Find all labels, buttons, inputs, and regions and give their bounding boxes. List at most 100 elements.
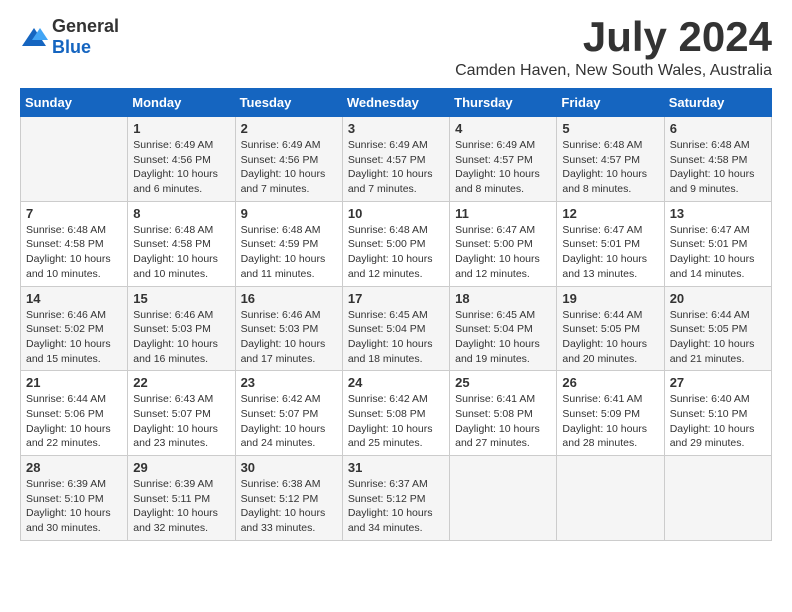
week-row-4: 28 Sunrise: 6:39 AM Sunset: 5:10 PM Dayli… [21, 456, 772, 541]
week-row-0: 1 Sunrise: 6:49 AM Sunset: 4:56 PM Daylig… [21, 117, 772, 202]
day-info: Sunrise: 6:44 AM Sunset: 5:05 PM Dayligh… [562, 308, 658, 367]
day-info: Sunrise: 6:48 AM Sunset: 4:57 PM Dayligh… [562, 138, 658, 197]
day-number: 27 [670, 375, 766, 390]
calendar-cell: 12 Sunrise: 6:47 AM Sunset: 5:01 PM Dayli… [557, 201, 664, 286]
day-number: 8 [133, 206, 229, 221]
calendar-cell: 6Sunrise: 6:48 AM Sunset: 4:58 PM Daylig… [664, 117, 771, 202]
day-number: 30 [241, 460, 337, 475]
day-number: 1 [133, 121, 229, 136]
weekday-header-sunday: Sunday [21, 89, 128, 117]
day-info: Sunrise: 6:49 AM Sunset: 4:57 PM Dayligh… [455, 138, 551, 197]
calendar-cell: 21 Sunrise: 6:44 AM Sunset: 5:06 PM Dayli… [21, 371, 128, 456]
day-number: 20 [670, 291, 766, 306]
calendar-table: SundayMondayTuesdayWednesdayThursdayFrid… [20, 88, 772, 541]
location-title: Camden Haven, New South Wales, Australia [455, 62, 772, 80]
day-info: Sunrise: 6:43 AM Sunset: 5:07 PM Dayligh… [133, 392, 229, 451]
calendar-cell: 29Sunrise: 6:39 AM Sunset: 5:11 PM Dayli… [128, 456, 235, 541]
day-info: Sunrise: 6:39 AM Sunset: 5:11 PM Dayligh… [133, 477, 229, 536]
calendar-cell: 4 Sunrise: 6:49 AM Sunset: 4:57 PM Daylig… [450, 117, 557, 202]
calendar-cell: 1 Sunrise: 6:49 AM Sunset: 4:56 PM Daylig… [128, 117, 235, 202]
day-number: 28 [26, 460, 122, 475]
calendar-cell: 16 Sunrise: 6:46 AM Sunset: 5:03 PM Dayli… [235, 286, 342, 371]
day-number: 16 [241, 291, 337, 306]
calendar-cell: 14 Sunrise: 6:46 AM Sunset: 5:02 PM Dayli… [21, 286, 128, 371]
logo-icon [20, 26, 48, 48]
day-number: 12 [562, 206, 658, 221]
day-info: Sunrise: 6:49 AM Sunset: 4:57 PM Dayligh… [348, 138, 444, 197]
day-info: Sunrise: 6:46 AM Sunset: 5:02 PM Dayligh… [26, 308, 122, 367]
weekday-header-thursday: Thursday [450, 89, 557, 117]
day-info: Sunrise: 6:49 AM Sunset: 4:56 PM Dayligh… [133, 138, 229, 197]
logo-text: General Blue [52, 16, 119, 58]
day-number: 9 [241, 206, 337, 221]
calendar-cell: 13 Sunrise: 6:47 AM Sunset: 5:01 PM Dayli… [664, 201, 771, 286]
day-number: 25 [455, 375, 551, 390]
calendar-cell: 27 Sunrise: 6:40 AM Sunset: 5:10 PM Dayli… [664, 371, 771, 456]
day-info: Sunrise: 6:37 AM Sunset: 5:12 PM Dayligh… [348, 477, 444, 536]
day-number: 24 [348, 375, 444, 390]
calendar-cell: 15Sunrise: 6:46 AM Sunset: 5:03 PM Dayli… [128, 286, 235, 371]
day-number: 10 [348, 206, 444, 221]
day-number: 22 [133, 375, 229, 390]
day-info: Sunrise: 6:47 AM Sunset: 5:01 PM Dayligh… [670, 223, 766, 282]
calendar-cell [21, 117, 128, 202]
day-info: Sunrise: 6:42 AM Sunset: 5:07 PM Dayligh… [241, 392, 337, 451]
calendar-cell: 18 Sunrise: 6:45 AM Sunset: 5:04 PM Dayli… [450, 286, 557, 371]
day-number: 17 [348, 291, 444, 306]
calendar-cell: 17Sunrise: 6:45 AM Sunset: 5:04 PM Dayli… [342, 286, 449, 371]
calendar-cell: 3Sunrise: 6:49 AM Sunset: 4:57 PM Daylig… [342, 117, 449, 202]
day-info: Sunrise: 6:49 AM Sunset: 4:56 PM Dayligh… [241, 138, 337, 197]
day-info: Sunrise: 6:48 AM Sunset: 4:58 PM Dayligh… [26, 223, 122, 282]
calendar-cell: 23 Sunrise: 6:42 AM Sunset: 5:07 PM Dayli… [235, 371, 342, 456]
day-number: 4 [455, 121, 551, 136]
weekday-header-friday: Friday [557, 89, 664, 117]
day-info: Sunrise: 6:48 AM Sunset: 4:59 PM Dayligh… [241, 223, 337, 282]
calendar-cell: 28 Sunrise: 6:39 AM Sunset: 5:10 PM Dayli… [21, 456, 128, 541]
calendar-cell: 30 Sunrise: 6:38 AM Sunset: 5:12 PM Dayli… [235, 456, 342, 541]
day-info: Sunrise: 6:44 AM Sunset: 5:06 PM Dayligh… [26, 392, 122, 451]
day-info: Sunrise: 6:42 AM Sunset: 5:08 PM Dayligh… [348, 392, 444, 451]
calendar-cell: 31Sunrise: 6:37 AM Sunset: 5:12 PM Dayli… [342, 456, 449, 541]
day-number: 23 [241, 375, 337, 390]
day-info: Sunrise: 6:40 AM Sunset: 5:10 PM Dayligh… [670, 392, 766, 451]
day-info: Sunrise: 6:44 AM Sunset: 5:05 PM Dayligh… [670, 308, 766, 367]
day-number: 19 [562, 291, 658, 306]
day-info: Sunrise: 6:48 AM Sunset: 4:58 PM Dayligh… [670, 138, 766, 197]
calendar-cell [450, 456, 557, 541]
calendar-cell: 26 Sunrise: 6:41 AM Sunset: 5:09 PM Dayli… [557, 371, 664, 456]
title-area: July 2024 Camden Haven, New South Wales,… [455, 16, 772, 80]
day-info: Sunrise: 6:46 AM Sunset: 5:03 PM Dayligh… [133, 308, 229, 367]
weekday-header-monday: Monday [128, 89, 235, 117]
day-info: Sunrise: 6:47 AM Sunset: 5:00 PM Dayligh… [455, 223, 551, 282]
day-number: 14 [26, 291, 122, 306]
calendar-cell: 2Sunrise: 6:49 AM Sunset: 4:56 PM Daylig… [235, 117, 342, 202]
weekday-header-saturday: Saturday [664, 89, 771, 117]
calendar-cell: 20 Sunrise: 6:44 AM Sunset: 5:05 PM Dayli… [664, 286, 771, 371]
calendar-cell: 22 Sunrise: 6:43 AM Sunset: 5:07 PM Dayli… [128, 371, 235, 456]
day-number: 26 [562, 375, 658, 390]
day-info: Sunrise: 6:47 AM Sunset: 5:01 PM Dayligh… [562, 223, 658, 282]
weekday-header-wednesday: Wednesday [342, 89, 449, 117]
month-title: July 2024 [455, 16, 772, 58]
week-row-3: 21 Sunrise: 6:44 AM Sunset: 5:06 PM Dayli… [21, 371, 772, 456]
day-info: Sunrise: 6:46 AM Sunset: 5:03 PM Dayligh… [241, 308, 337, 367]
day-info: Sunrise: 6:39 AM Sunset: 5:10 PM Dayligh… [26, 477, 122, 536]
day-info: Sunrise: 6:45 AM Sunset: 5:04 PM Dayligh… [455, 308, 551, 367]
calendar-cell: 5 Sunrise: 6:48 AM Sunset: 4:57 PM Daylig… [557, 117, 664, 202]
day-info: Sunrise: 6:41 AM Sunset: 5:09 PM Dayligh… [562, 392, 658, 451]
day-number: 18 [455, 291, 551, 306]
calendar-cell: 19 Sunrise: 6:44 AM Sunset: 5:05 PM Dayli… [557, 286, 664, 371]
calendar-cell: 25Sunrise: 6:41 AM Sunset: 5:08 PM Dayli… [450, 371, 557, 456]
day-number: 21 [26, 375, 122, 390]
day-info: Sunrise: 6:38 AM Sunset: 5:12 PM Dayligh… [241, 477, 337, 536]
week-row-2: 14 Sunrise: 6:46 AM Sunset: 5:02 PM Dayli… [21, 286, 772, 371]
day-number: 7 [26, 206, 122, 221]
calendar-cell: 10Sunrise: 6:48 AM Sunset: 5:00 PM Dayli… [342, 201, 449, 286]
weekday-header-tuesday: Tuesday [235, 89, 342, 117]
day-number: 11 [455, 206, 551, 221]
calendar-cell: 11 Sunrise: 6:47 AM Sunset: 5:00 PM Dayli… [450, 201, 557, 286]
calendar-cell: 8Sunrise: 6:48 AM Sunset: 4:58 PM Daylig… [128, 201, 235, 286]
day-number: 13 [670, 206, 766, 221]
day-number: 5 [562, 121, 658, 136]
calendar-cell [664, 456, 771, 541]
